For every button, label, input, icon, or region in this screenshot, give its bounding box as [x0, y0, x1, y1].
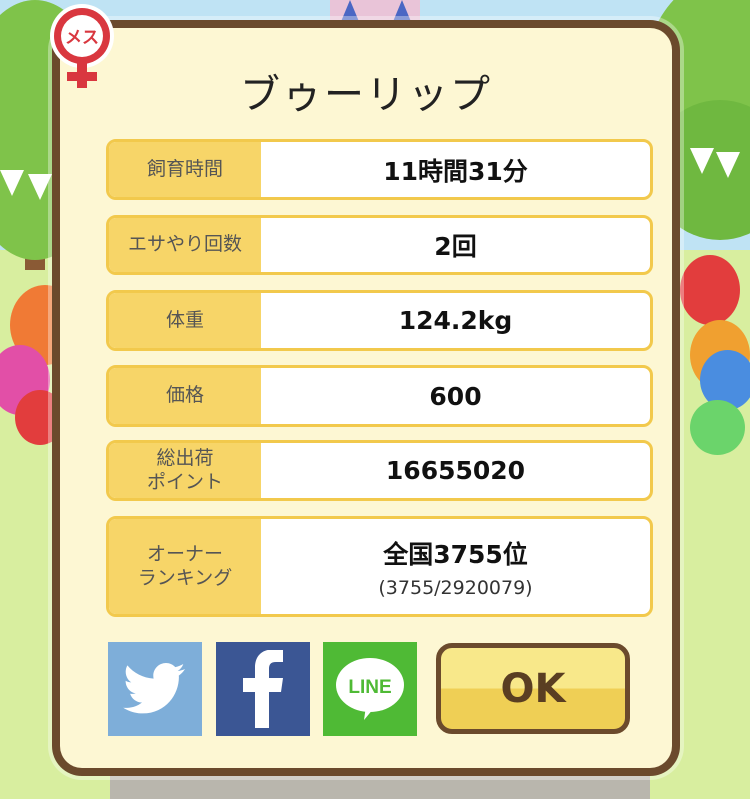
twitter-share-button[interactable] [108, 642, 202, 736]
bunting-flag [716, 152, 740, 178]
facebook-f-icon [243, 650, 283, 728]
stat-value: 600 [429, 381, 482, 411]
stat-row-price: 価格 600 [106, 365, 653, 427]
stat-label: 価格 [109, 368, 261, 424]
stat-label: 飼育時間 [109, 142, 261, 197]
dialog-panel: ブゥーリップ 飼育時間 11時間31分 エサやり回数 2回 体重 124.2kg… [60, 28, 672, 768]
line-share-button[interactable]: LINE [323, 642, 417, 736]
stat-label: エサやり回数 [109, 218, 261, 272]
facebook-share-button[interactable] [216, 642, 310, 736]
stat-row-total-shipment-points: 総出荷 ポイント 16655020 [106, 440, 653, 501]
bunting-flag [0, 170, 24, 196]
stat-label: オーナー ランキング [109, 519, 261, 614]
stat-value-group: 全国3755位 (3755/2920079) [261, 519, 650, 614]
line-label: LINE [348, 677, 391, 698]
twitter-bird-icon [123, 663, 185, 714]
line-logo-icon: LINE [336, 658, 404, 720]
gender-label: メス [65, 28, 99, 48]
stat-value: 16655020 [385, 456, 526, 485]
stat-row-weight: 体重 124.2kg [106, 290, 653, 351]
ranking-detail: (3755/2920079) [378, 576, 533, 599]
stat-row-feed-count: エサやり回数 2回 [106, 215, 653, 275]
stat-row-raising-time: 飼育時間 11時間31分 [106, 139, 653, 200]
stat-value: 11時間31分 [383, 156, 528, 186]
stat-label: 総出荷 ポイント [109, 443, 261, 498]
pig-name-title: ブゥーリップ [240, 72, 492, 118]
bunting-flag [690, 148, 714, 174]
stat-row-owner-ranking: オーナー ランキング 全国3755位 (3755/2920079) [106, 516, 653, 617]
ranking-value: 全国3755位 [383, 539, 528, 569]
ok-button[interactable]: OK [436, 643, 630, 734]
balloon-green [690, 400, 745, 455]
balloon-red [680, 255, 740, 325]
stat-value: 2回 [434, 232, 477, 261]
bunting-flag [28, 174, 52, 200]
stat-label: 体重 [109, 293, 261, 348]
female-gender-badge-icon: メス [50, 4, 114, 88]
pig-info-dialog: ブゥーリップ 飼育時間 11時間31分 エサやり回数 2回 体重 124.2kg… [52, 20, 680, 776]
stat-value: 124.2kg [398, 306, 513, 335]
